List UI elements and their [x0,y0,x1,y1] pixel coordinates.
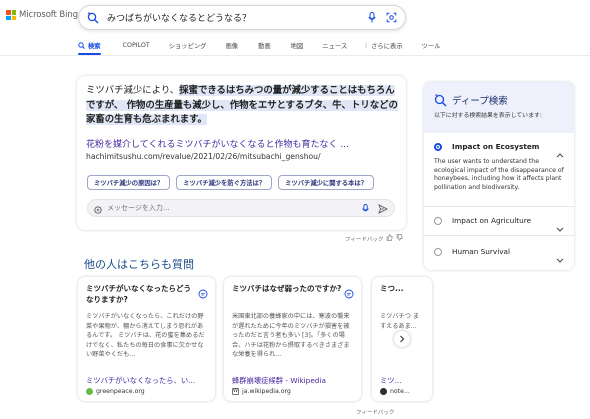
option-label: Human Survival [452,247,511,256]
thumbs-up-icon[interactable] [386,234,393,243]
suggestion-chip[interactable]: ミツバチ減少に関する本は？ [278,175,374,190]
feedback-label[interactable]: フィードバック [345,235,383,243]
deep-search-panel: ディープ検索 以下に対する検索結果を表示しています: Impact on Eco… [424,82,574,270]
send-icon[interactable] [378,199,389,218]
paa-card[interactable]: ミツバチはなぜ弱ったのですか? 米国東北部の養蜂家の中には、寒波の襲来が遅れたた… [224,277,361,401]
tab-label: COPILOT [122,41,150,49]
microsoft-logo-icon [6,10,16,20]
answer-source-url[interactable]: hachimitsushu.com/revalue/2021/02/26/mit… [86,152,321,161]
thumbs-down-icon[interactable] [396,234,403,243]
chevron-right-icon [400,335,405,343]
chat-bubble-icon[interactable] [198,284,208,303]
chat-microphone-icon[interactable] [362,199,369,218]
search-input[interactable]: みつばちがいなくなるとどうなる？ [107,11,368,24]
option-description: The user wants to understand the ecologi… [434,158,564,191]
chat-bubble-icon[interactable] [344,284,354,303]
more-dots-icon: ⋮ [363,41,370,49]
microphone-icon[interactable] [368,12,376,23]
visual-search-icon[interactable] [386,12,397,23]
answer-text-plain: ミツバチ減少により、 [86,85,180,96]
paa-source-link[interactable]: 蜂群崩壊症候群 - Wikipedia [232,376,356,386]
tab-label: 画像 [225,42,239,50]
tab-shopping[interactable]: ショッピング [169,38,207,52]
tab-label: ショッピング [168,42,207,50]
option-label: Impact on Agriculture [452,216,532,225]
option-label: Impact on Ecosystem [452,142,540,151]
search-icon [78,41,85,49]
answer-card: ミツバチ減少により、採蜜できるはちみつの量が減少することはもちろんですが、 作物… [77,76,406,230]
copilot-search-icon[interactable] [87,11,99,24]
tab-search[interactable]: 検索 [78,38,101,55]
chat-bubble-icon [94,199,102,218]
deep-search-title: ディープ検索 [452,96,508,107]
tab-label: 検索 [88,42,101,50]
wikipedia-favicon-icon: W [232,388,239,395]
paa-domain: W ja.wikipedia.org [232,388,291,395]
answer-feedback: フィードバック [345,234,403,243]
radio-icon[interactable] [434,248,442,256]
tab-maps[interactable]: 地図 [291,38,304,52]
paa-domain-text: greenpeace.org [96,388,145,395]
tab-more[interactable]: ⋮ さらに表示 [363,38,402,52]
search-tabs: 検索 COPILOT ショッピング 画像 動画 地図 ニュース ⋮ さらに表示 … [78,38,441,55]
suggestion-chips: ミツバチ減少の原因は？ ミツバチ減少を防ぐ方法は？ ミツバチ減少に関する本は？ [87,175,374,190]
carousel-next-button[interactable] [394,331,410,347]
chat-input[interactable]: メッセージを入力... [107,203,362,213]
paa-source-link[interactable]: ミツバチがいなくなったら、い... [86,376,210,386]
tabs-divider [0,55,590,56]
search-box[interactable]: みつばちがいなくなるとどうなる？ [78,5,406,30]
paa-domain-text: ja.wikipedia.org [242,388,291,395]
chat-input-bar[interactable]: メッセージを入力... [87,199,395,217]
paa-question[interactable]: ミつ... [380,283,420,294]
deep-search-subtitle: 以下に対する検索結果を表示しています: [434,113,542,119]
divider [424,206,574,207]
radio-selected-icon[interactable] [434,143,442,151]
tab-label: ツール [421,42,441,50]
deep-search-option-human-survival[interactable]: Human Survival [424,246,574,266]
tab-label: 動画 [258,42,271,50]
divider [424,235,574,236]
deep-search-header: ディープ検索 以下に対する検索結果を表示しています: [424,82,574,133]
paa-domain: note... [380,388,410,395]
suggestion-chip[interactable]: ミツバチ減少の原因は？ [87,175,171,190]
tab-news[interactable]: ニュース [322,38,347,52]
radio-icon[interactable] [434,217,442,225]
paa-source-link[interactable]: ミツ... [380,376,420,386]
paa-domain-text: note... [390,388,410,395]
paa-answer: ミツバチがいなくなったら、これだけの野菜や果物が、棚から消えてしまう恐れがあるん… [86,313,205,359]
deep-search-option-ecosystem[interactable]: Impact on Ecosystem The user wants to un… [424,141,574,209]
paa-answer: ミツバチつ ま すえるあま... [380,313,420,330]
tab-videos[interactable]: 動画 [258,38,271,52]
paa-feedback[interactable]: フィードバック [356,408,394,416]
note-favicon-icon [380,388,387,395]
deep-search-option-agriculture[interactable]: Impact on Agriculture [424,215,574,235]
answer-text: ミツバチ減少により、採蜜できるはちみつの量が減少することはもちろんですが、 作物… [86,84,400,128]
bing-logo[interactable]: Microsoft Bing [6,10,78,20]
paa-card[interactable]: ミツバチがいなくなったらどうなりますか? ミツバチがいなくなったら、これだけの野… [78,277,215,401]
greenpeace-favicon-icon [86,388,93,395]
suggestion-chip[interactable]: ミツバチ減少を防ぐ方法は？ [176,175,273,190]
chevron-down-icon[interactable] [556,249,564,268]
tab-images[interactable]: 画像 [225,38,238,52]
tab-copilot[interactable]: COPILOT [123,38,150,52]
paa-domain: greenpeace.org [86,388,145,395]
answer-source-link[interactable]: 花粉を媒介してくれるミツバチがいなくなると作物も育たなく ... [86,137,386,150]
paa-answer: 米国東北部の養蜂家の中には、寒波の襲来が遅れたために今年のミツバチが損害を被った… [232,313,350,359]
paa-title: 他の人はこちらも質問 [84,258,194,271]
tab-label: 地図 [290,42,304,50]
tab-label: ニュース [322,42,348,50]
tab-label: さらに表示 [371,42,403,50]
deep-search-icon [434,92,447,111]
tab-tools[interactable]: ツール [422,38,441,52]
paa-question[interactable]: ミツバチはなぜ弱ったのですか? [232,283,344,294]
paa-question[interactable]: ミツバチがいなくなったらどうなりますか? [86,283,198,305]
brand-name: Microsoft Bing [19,10,78,20]
